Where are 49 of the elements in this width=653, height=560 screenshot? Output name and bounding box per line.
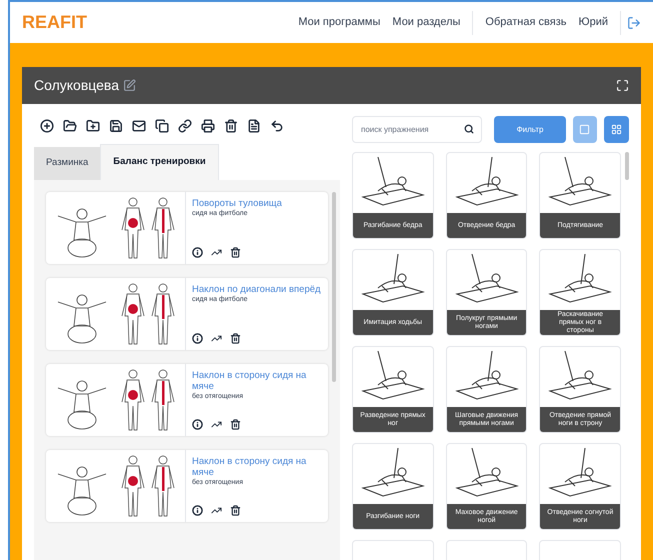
nav-link[interactable]: Юрий	[572, 14, 614, 31]
exercise-title[interactable]: Наклон в сторону сидя на мяче	[192, 456, 322, 478]
add-icon[interactable]	[40, 119, 54, 133]
copy-icon[interactable]	[155, 119, 169, 133]
muscle-map-drawing	[119, 196, 177, 260]
trash-icon[interactable]	[230, 419, 241, 430]
info-icon[interactable]	[192, 505, 203, 516]
trend-icon[interactable]	[211, 419, 222, 430]
grid-icon	[611, 124, 622, 135]
view-toggle-button[interactable]	[604, 116, 629, 143]
folder-icon[interactable]	[63, 119, 77, 133]
nav-link[interactable]: Обратная связь	[479, 14, 572, 31]
square-icon	[579, 124, 590, 135]
trash-icon[interactable]	[224, 119, 238, 133]
panel-title: Солуковцева	[34, 76, 119, 95]
trend-icon[interactable]	[211, 505, 222, 516]
view-toggle-button[interactable]	[572, 116, 598, 143]
exercise-title[interactable]: Повороты туловища	[192, 198, 322, 209]
tab[interactable]: Разминка	[34, 147, 100, 180]
scrollbar[interactable]	[625, 152, 629, 180]
save-icon[interactable]	[109, 119, 123, 133]
print-icon[interactable]	[201, 119, 215, 133]
scrollbar[interactable]	[332, 192, 336, 382]
info-icon[interactable]	[192, 247, 203, 258]
info-icon[interactable]	[192, 333, 203, 344]
info-icon[interactable]	[192, 419, 203, 430]
exercise-title[interactable]: Наклон в сторону сидя на мяче	[192, 370, 322, 392]
search-field[interactable]: поиск упражнения	[352, 116, 482, 143]
muscle-map-drawing	[119, 454, 177, 518]
folder-plus-icon[interactable]	[86, 119, 100, 133]
muscle-map-drawing	[119, 368, 177, 432]
tab[interactable]: Баланс тренировки	[100, 144, 219, 180]
fullscreen-icon[interactable]	[616, 79, 629, 92]
trend-icon[interactable]	[211, 247, 222, 258]
muscle-map-drawing	[119, 282, 177, 346]
trend-icon[interactable]	[211, 333, 222, 344]
link-icon[interactable]	[178, 119, 192, 133]
trash-icon[interactable]	[230, 333, 241, 344]
search-icon	[464, 124, 474, 134]
trash-icon[interactable]	[230, 247, 241, 258]
nav-link[interactable]: Мои разделы	[386, 14, 466, 31]
nav-link[interactable]: Мои программы	[292, 14, 386, 31]
trash-icon[interactable]	[230, 505, 241, 516]
logout-icon[interactable]	[627, 16, 641, 30]
edit-icon[interactable]	[122, 79, 136, 92]
return-icon[interactable]	[270, 119, 284, 133]
mail-icon[interactable]	[132, 119, 146, 133]
exercise-title[interactable]: Наклон по диагонали вперёд	[192, 284, 322, 295]
document-icon[interactable]	[247, 119, 261, 133]
